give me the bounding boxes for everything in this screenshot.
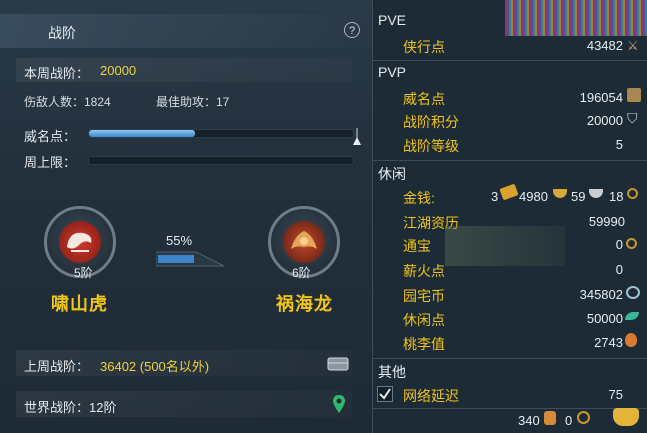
pvp-item-label: 战阶积分 <box>403 114 459 130</box>
assists-stat: 最佳助攻：17 <box>156 95 230 109</box>
leisure-item-value: 345802 <box>579 287 623 302</box>
prestige-bar <box>88 129 354 138</box>
pvp-item-value: 20000 <box>586 113 623 128</box>
last-week-row: 上周战阶： 36402 (500名以外) <box>16 350 352 376</box>
sword-icon: ⚔ <box>627 38 639 53</box>
pvp-item-value: 5 <box>615 137 623 152</box>
stats-row: 伤敌人数：1824 最佳助攻：17 <box>16 89 352 113</box>
next-rank-name: 祸海龙 <box>276 294 333 314</box>
week-rank-row: 本周战阶： 20000 <box>16 58 352 82</box>
leisure-item-label: 桃李值 <box>403 336 445 352</box>
prestige-icon <box>627 88 641 102</box>
week-rank-value: 20000 <box>100 63 137 78</box>
item-thumbnails <box>445 226 565 266</box>
rank-progress-percent: 55% <box>166 233 193 248</box>
pve-item-value: 43482 <box>586 38 623 53</box>
copper-coin-icon <box>627 188 638 199</box>
leisure-item-value: 0 <box>615 237 623 252</box>
pvp-item-label: 战阶等级 <box>403 138 459 154</box>
help-icon[interactable]: ? <box>344 22 360 38</box>
network-label: 网络延迟 <box>403 388 459 404</box>
week-cap-label: 周上限： <box>24 155 77 170</box>
current-rank-name: 啸山虎 <box>51 294 108 314</box>
other-header: 其他 <box>378 364 406 380</box>
leisure-item-value: 59990 <box>588 214 625 229</box>
gold-coin-icon <box>553 189 567 198</box>
silver-ingot-icon <box>589 189 603 198</box>
money-silver-a: 4980 <box>519 189 548 204</box>
money-copper: 18 <box>609 189 624 204</box>
tiger-icon <box>59 221 101 263</box>
location-pin-icon[interactable] <box>332 394 346 414</box>
leisure-item-label: 园宅币 <box>403 288 445 304</box>
money-silver-b: 59 <box>571 189 586 204</box>
house-coin-icon <box>626 286 640 299</box>
gold-ingot-icon[interactable] <box>613 408 639 426</box>
coin-icon <box>626 238 637 249</box>
world-rank-row: 世界战阶：12阶 <box>16 391 352 417</box>
marker-icon <box>353 128 361 145</box>
boot-icon <box>544 411 556 425</box>
leisure-item-value: 50000 <box>586 311 623 326</box>
network-value: 75 <box>608 387 623 402</box>
chest-icon[interactable] <box>327 355 349 371</box>
prestige-bar-fill <box>89 130 195 137</box>
pve-item-label: 侠行点 <box>403 39 445 55</box>
current-rank-level: 5阶 <box>74 266 93 280</box>
leisure-item-value: 2743 <box>594 335 623 350</box>
prestige-label: 威名点： <box>24 129 77 144</box>
divider <box>373 408 647 409</box>
peach-icon <box>625 333 637 347</box>
leisure-item-value: 0 <box>615 262 623 277</box>
footer-count-b: 0 <box>565 413 573 428</box>
currency-panel: PVE 侠行点 43482 ⚔ PVP 威名点 196054 战阶积分 2000… <box>373 0 647 433</box>
leisure-header: 休闲 <box>378 166 406 182</box>
panel-header: 战阶 ? <box>0 14 372 48</box>
background-overlay <box>505 0 647 36</box>
divider <box>373 60 647 61</box>
week-cap-bar <box>88 156 354 165</box>
check-icon <box>379 388 391 400</box>
pve-header: PVE <box>378 12 407 28</box>
divider <box>373 358 647 359</box>
footer-count-a: 340 <box>518 413 540 428</box>
week-rank-label: 本周战阶： <box>24 66 90 81</box>
divider <box>373 160 647 161</box>
leisure-item-label: 通宝 <box>403 238 431 254</box>
panel-title: 战阶 <box>48 25 76 41</box>
money-label: 金钱: <box>403 190 435 206</box>
leaf-icon <box>625 312 639 320</box>
battle-rank-panel: 战阶 ? 本周战阶： 20000 伤敌人数：1824 最佳助攻：17 威名点： … <box>0 0 373 433</box>
crest-icon: ⛉ <box>627 110 638 126</box>
progress-arrow-icon <box>156 251 225 267</box>
pvp-item-label: 威名点 <box>403 91 445 107</box>
pvp-header: PVP <box>378 64 407 80</box>
leisure-item-label: 薪火点 <box>403 263 445 279</box>
coin-icon <box>577 411 590 424</box>
gold-ingot-icon <box>499 183 519 201</box>
world-rank-label: 世界战阶：12阶 <box>24 400 117 415</box>
pvp-item-value: 196054 <box>579 90 623 105</box>
next-rank-level: 6阶 <box>292 266 311 280</box>
dragon-icon <box>283 221 325 263</box>
network-checkbox[interactable] <box>377 386 393 402</box>
last-week-value: 36402 (500名以外) <box>100 359 210 374</box>
money-gold: 3 <box>491 189 499 204</box>
leisure-item-label: 休闲点 <box>403 312 445 328</box>
last-week-label: 上周战阶： <box>24 359 90 374</box>
kills-stat: 伤敌人数：1824 <box>24 95 111 109</box>
